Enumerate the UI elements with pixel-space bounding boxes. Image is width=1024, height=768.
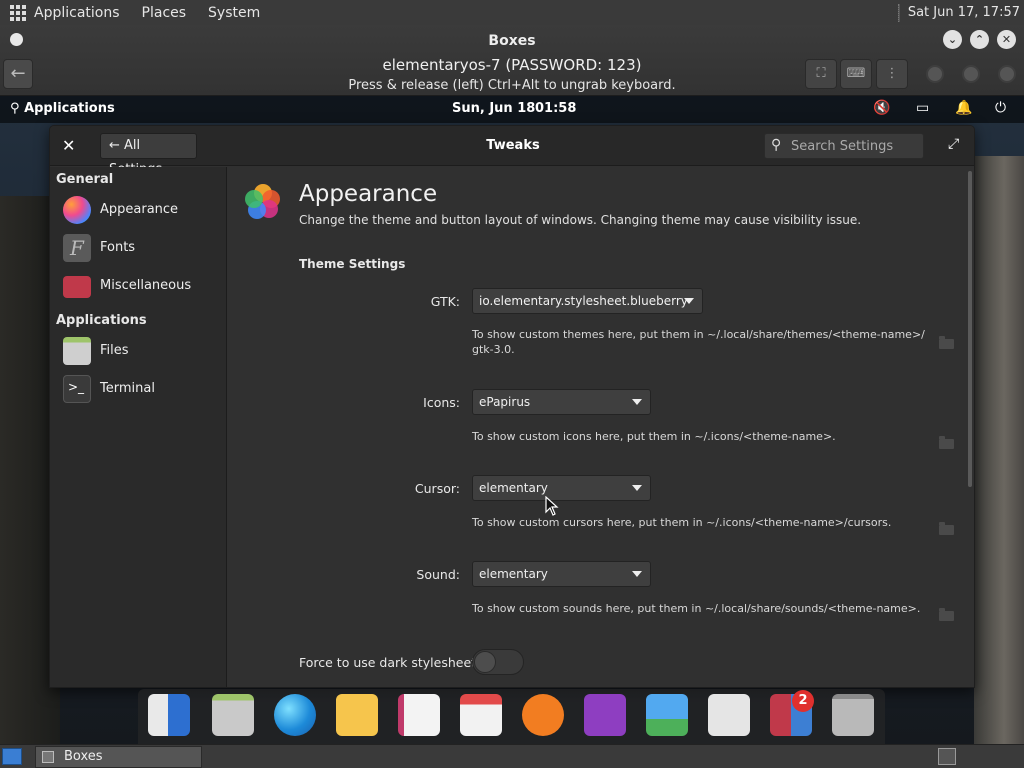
files-icon[interactable]	[212, 694, 254, 736]
multitasking-view-icon[interactable]	[148, 694, 190, 736]
settings-sidebar: General Appearance F Fonts Miscellaneous…	[50, 167, 227, 687]
trash-icon[interactable]	[832, 694, 874, 736]
cursor-hint: To show custom cursors here, put them in…	[472, 516, 892, 529]
sidebar-heading-general: General	[56, 172, 114, 187]
vm-menu-button[interactable]: ⋮	[876, 59, 908, 89]
fullscreen-button[interactable]: ⛶	[805, 59, 837, 89]
guest-date[interactable]: Sun, Jun 18	[452, 101, 535, 116]
boxes-window-header: Boxes ⌄ ⌃ ✕ ← elementaryos-7 (PASSWORD: …	[0, 25, 1024, 96]
boxes-app-name: Boxes	[488, 33, 536, 49]
host-menu-places[interactable]: Places	[142, 5, 187, 21]
host-taskbar: Boxes	[0, 744, 1024, 768]
icons-theme-dropdown[interactable]: ePapirus	[472, 389, 651, 415]
search-input[interactable]	[791, 137, 919, 155]
page-title: Appearance	[299, 181, 438, 207]
appcenter-badge: 2	[792, 690, 814, 712]
system-settings-icon[interactable]	[708, 694, 750, 736]
notifications-icon[interactable]: 🔔	[955, 100, 972, 116]
dark-stylesheet-label: Force to use dark stylesheet:	[299, 655, 481, 670]
sound-theme-dropdown[interactable]: elementary	[472, 561, 651, 587]
sound-hint: To show custom sounds here, put them in …	[472, 602, 921, 615]
settings-window: ✕ ← All Settings Tweaks ⚲ ⤢ General Appe…	[49, 125, 975, 688]
host-clock[interactable]: Sat Jun 17, 17:57	[908, 5, 1020, 20]
gtk-label: GTK:	[430, 294, 460, 309]
folder-icon[interactable]	[939, 436, 954, 449]
files-icon	[63, 337, 91, 365]
folder-icon[interactable]	[939, 522, 954, 535]
cursor-theme-dropdown[interactable]: elementary	[472, 475, 651, 501]
tasks-icon[interactable]	[398, 694, 440, 736]
window-control-icon[interactable]	[998, 65, 1016, 83]
tray-icon[interactable]	[938, 748, 956, 765]
dark-stylesheet-toggle[interactable]	[472, 649, 524, 675]
web-browser-icon[interactable]	[274, 694, 316, 736]
wallpaper-rock	[974, 156, 1024, 744]
power-icon[interactable]: ⏻	[995, 100, 1006, 116]
videos-icon[interactable]	[584, 694, 626, 736]
calendar-icon[interactable]	[460, 694, 502, 736]
minimize-icon[interactable]: ⌄	[943, 30, 962, 49]
gtk-theme-dropdown[interactable]: io.elementary.stylesheet.blueberry	[472, 288, 703, 314]
taskbar-item-boxes[interactable]: Boxes	[35, 746, 202, 768]
chevron-down-icon	[632, 399, 642, 405]
fonts-icon: F	[63, 234, 91, 262]
settings-content: Appearance Change the theme and button l…	[228, 167, 974, 687]
page-description: Change the theme and button layout of wi…	[299, 213, 862, 227]
host-menu-applications[interactable]: Applications	[34, 5, 120, 21]
section-heading: Theme Settings	[299, 257, 406, 271]
guest-top-panel: ⚲ Applications Sun, Jun 18 01:58 🔇 ▭ 🔔 ⏻	[0, 96, 1024, 123]
chevron-down-icon	[632, 485, 642, 491]
icons-label: Icons:	[423, 395, 460, 410]
boxes-window-icon	[42, 751, 54, 763]
host-top-panel: Applications Places System Sat Jun 17, 1…	[0, 0, 1024, 25]
host-menu-system[interactable]: System	[208, 5, 260, 21]
cursor-label: Cursor:	[414, 481, 460, 496]
mouse-pointer-icon	[545, 496, 559, 516]
search-icon: ⚲	[771, 137, 782, 153]
folder-icon[interactable]	[939, 336, 954, 349]
settings-header: ✕ ← All Settings Tweaks ⚲ ⤢	[50, 126, 974, 177]
chevron-down-icon	[632, 571, 642, 577]
sidebar-item-terminal[interactable]: >_ Terminal	[50, 371, 226, 407]
sidebar-item-appearance[interactable]: Appearance	[50, 192, 226, 228]
show-desktop-icon[interactable]	[2, 748, 22, 765]
terminal-icon: >_	[63, 375, 91, 403]
maximize-icon[interactable]: ⌃	[970, 30, 989, 49]
folder-icon[interactable]	[939, 608, 954, 621]
sound-label: Sound:	[416, 567, 460, 582]
gtk-hint: To show custom themes here, put them in …	[472, 328, 925, 356]
window-control-icon[interactable]	[962, 65, 980, 83]
window-control-icon[interactable]	[926, 65, 944, 83]
keyboard-button[interactable]: ⌨	[840, 59, 872, 89]
chevron-down-icon	[684, 298, 694, 304]
guest-applications-menu[interactable]: ⚲ Applications	[10, 101, 115, 116]
icons-hint: To show custom icons here, put them in ~…	[472, 430, 836, 443]
appearance-large-icon	[245, 184, 280, 219]
content-scrollbar[interactable]	[968, 171, 972, 487]
music-icon[interactable]	[522, 694, 564, 736]
guest-time[interactable]: 01:58	[535, 101, 576, 116]
miscellaneous-icon	[63, 276, 91, 298]
sidebar-item-miscellaneous[interactable]: Miscellaneous	[50, 268, 226, 304]
sidebar-heading-applications: Applications	[56, 313, 147, 328]
display-icon[interactable]: ▭	[916, 100, 929, 116]
dock	[138, 689, 885, 744]
applications-grid-icon[interactable]	[10, 4, 26, 21]
appearance-icon	[63, 196, 91, 224]
sidebar-item-files[interactable]: Files	[50, 333, 226, 369]
mail-icon[interactable]	[336, 694, 378, 736]
maximize-icon[interactable]: ⤢	[948, 136, 959, 152]
search-field[interactable]: ⚲	[764, 133, 924, 159]
panel-separator	[897, 3, 900, 22]
sound-muted-icon[interactable]: 🔇	[873, 100, 890, 116]
close-icon[interactable]: ✕	[997, 30, 1016, 49]
sidebar-item-fonts[interactable]: F Fonts	[50, 230, 226, 266]
guest-desktop: ⚲ Applications Sun, Jun 18 01:58 🔇 ▭ 🔔 ⏻…	[0, 96, 1024, 744]
photos-icon[interactable]	[646, 694, 688, 736]
